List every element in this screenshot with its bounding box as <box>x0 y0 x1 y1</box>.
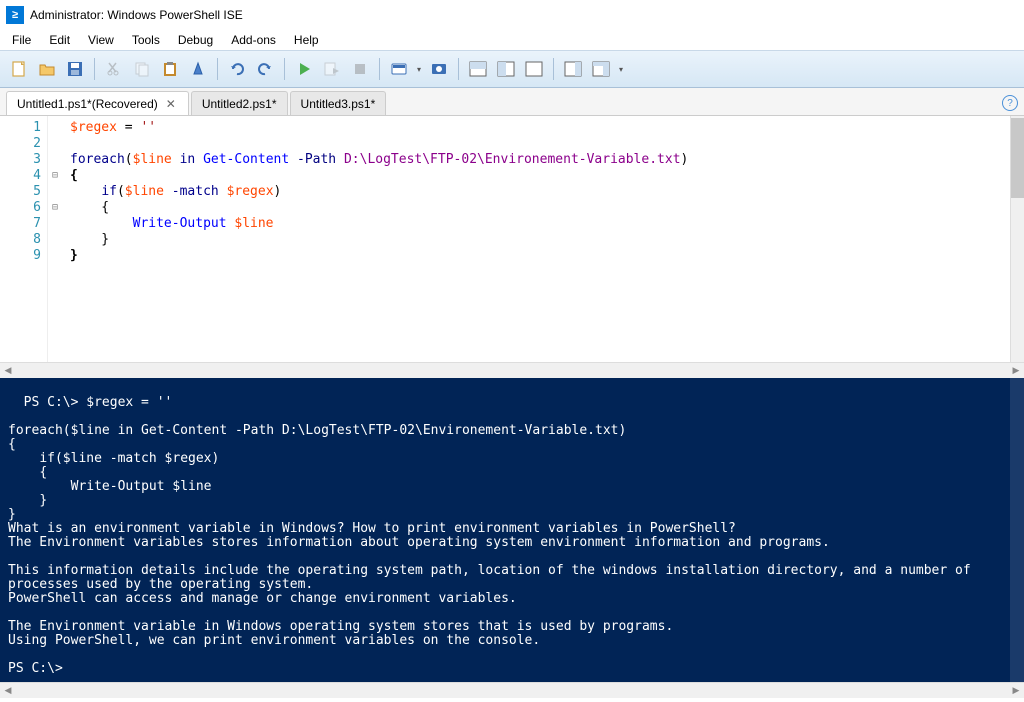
toolbar-separator <box>217 58 218 80</box>
cut-button[interactable] <box>101 56 127 82</box>
window-title: Administrator: Windows PowerShell ISE <box>30 8 243 22</box>
menu-addons[interactable]: Add-ons <box>223 31 284 49</box>
fold-column[interactable]: ⊟ ⊟ <box>48 116 62 362</box>
toolbar-separator <box>94 58 95 80</box>
line-number-gutter: 1 2 3 4 5 6 7 8 9 <box>0 116 48 362</box>
code-area[interactable]: $regex = '' foreach($line in Get-Content… <box>62 116 1024 362</box>
toolbar-separator <box>458 58 459 80</box>
powershell-icon: ≥ <box>6 6 24 24</box>
scroll-left-icon[interactable]: ◀ <box>0 363 16 379</box>
copy-button[interactable] <box>129 56 155 82</box>
clear-button[interactable] <box>185 56 211 82</box>
paste-button[interactable] <box>157 56 183 82</box>
menubar: File Edit View Tools Debug Add-ons Help <box>0 30 1024 50</box>
run-button[interactable] <box>291 56 317 82</box>
show-command-button[interactable] <box>588 56 614 82</box>
editor-horizontal-scrollbar[interactable]: ◀ ▶ <box>0 362 1024 378</box>
run-selection-button[interactable] <box>319 56 345 82</box>
tab-label: Untitled1.ps1*(Recovered) <box>17 97 158 111</box>
undo-button[interactable] <box>224 56 250 82</box>
save-button[interactable] <box>62 56 88 82</box>
tabbar: Untitled1.ps1*(Recovered) ✕ Untitled2.ps… <box>0 88 1024 116</box>
tab-label: Untitled2.ps1* <box>202 97 277 111</box>
console-pane[interactable]: PS C:\> $regex = '' foreach($line in Get… <box>0 378 1024 682</box>
console-horizontal-scrollbar[interactable]: ◀ ▶ <box>0 682 1024 698</box>
editor-vertical-scrollbar[interactable] <box>1010 116 1024 362</box>
scroll-left-icon[interactable]: ◀ <box>0 683 16 699</box>
menu-edit[interactable]: Edit <box>41 31 78 49</box>
menu-file[interactable]: File <box>4 31 39 49</box>
layout-3-button[interactable] <box>521 56 547 82</box>
show-command-addon-button[interactable] <box>560 56 586 82</box>
menu-debug[interactable]: Debug <box>170 31 221 49</box>
console-output: PS C:\> $regex = '' foreach($line in Get… <box>8 395 979 676</box>
scroll-right-icon[interactable]: ▶ <box>1008 363 1024 379</box>
tab-untitled2[interactable]: Untitled2.ps1* <box>191 91 288 115</box>
help-icon[interactable]: ? <box>1002 95 1018 111</box>
toolbar-separator <box>553 58 554 80</box>
tab-untitled3[interactable]: Untitled3.ps1* <box>290 91 387 115</box>
redo-button[interactable] <box>252 56 278 82</box>
remote-dropdown[interactable]: ▾ <box>414 65 424 74</box>
layout-1-button[interactable] <box>465 56 491 82</box>
start-remote-button[interactable] <box>426 56 452 82</box>
toolbar-separator <box>379 58 380 80</box>
menu-help[interactable]: Help <box>286 31 327 49</box>
open-file-button[interactable] <box>34 56 60 82</box>
new-remote-tab-button[interactable] <box>386 56 412 82</box>
new-file-button[interactable] <box>6 56 32 82</box>
menu-tools[interactable]: Tools <box>124 31 168 49</box>
show-command-dropdown[interactable]: ▾ <box>616 65 626 74</box>
stop-button[interactable] <box>347 56 373 82</box>
tab-label: Untitled3.ps1* <box>301 97 376 111</box>
menu-view[interactable]: View <box>80 31 122 49</box>
layout-2-button[interactable] <box>493 56 519 82</box>
scroll-right-icon[interactable]: ▶ <box>1008 683 1024 699</box>
toolbar-separator <box>284 58 285 80</box>
tab-untitled1[interactable]: Untitled1.ps1*(Recovered) ✕ <box>6 91 189 115</box>
script-editor[interactable]: 1 2 3 4 5 6 7 8 9 ⊟ ⊟ $regex = '' foreac… <box>0 116 1024 362</box>
titlebar: ≥ Administrator: Windows PowerShell ISE <box>0 0 1024 30</box>
console-vertical-scrollbar[interactable] <box>1010 378 1024 682</box>
toolbar: ▾ ▾ <box>0 50 1024 88</box>
close-tab-icon[interactable]: ✕ <box>164 97 178 111</box>
